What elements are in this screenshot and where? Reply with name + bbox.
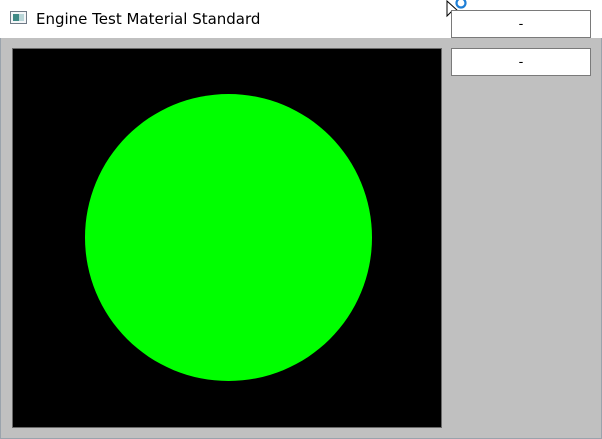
side-button-2[interactable]: -	[451, 48, 591, 76]
side-button-1[interactable]: -	[451, 10, 591, 38]
client-area	[0, 38, 602, 439]
window-title: Engine Test Material Standard	[36, 10, 261, 28]
app-window-icon	[10, 11, 27, 24]
green-sphere	[85, 94, 372, 381]
render-viewport[interactable]	[12, 48, 442, 428]
